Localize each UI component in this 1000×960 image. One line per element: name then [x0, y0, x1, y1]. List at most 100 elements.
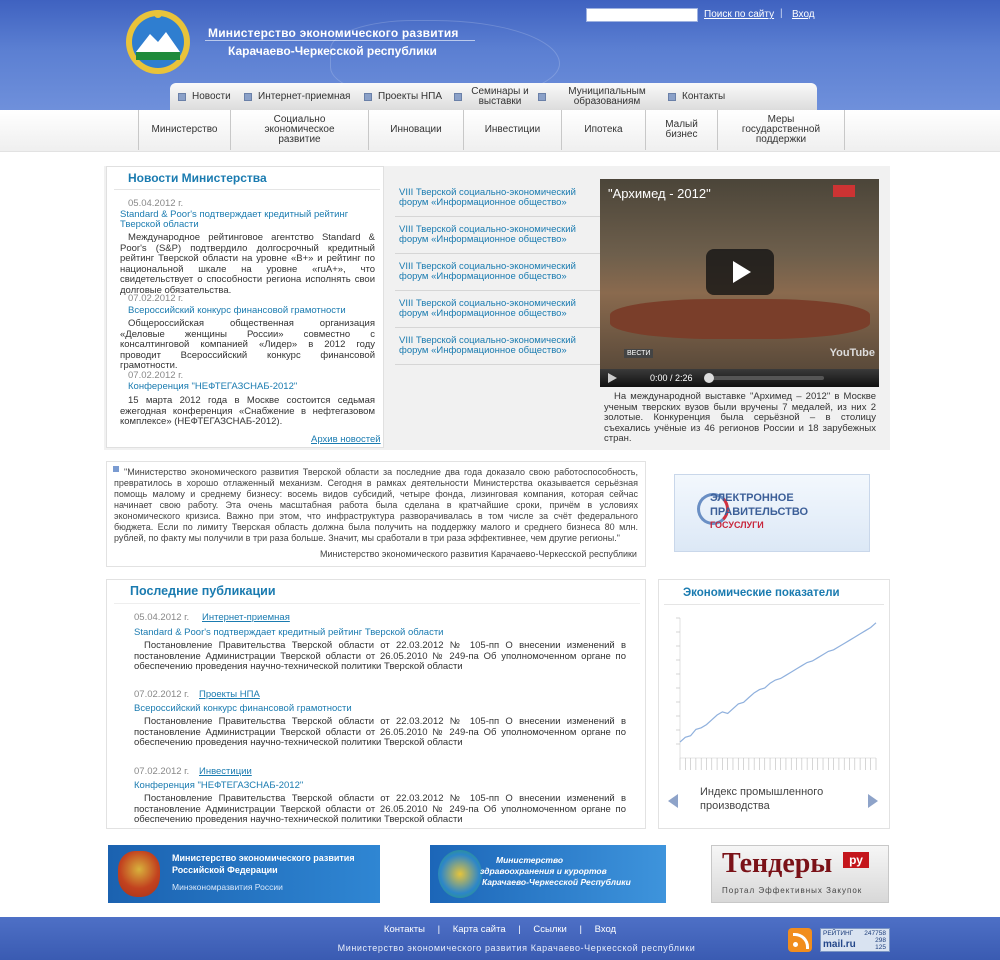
video-controls: 0:00 / 2:26 — [600, 369, 879, 387]
publication-headline[interactable]: Standard & Poor's подтверждает кредитный… — [134, 627, 444, 638]
topnav-item-municipal[interactable]: Муниципальным образованиям — [552, 86, 662, 107]
mail-ru-counter[interactable]: РЕЙТИНГ 247758 298 125 mail.ru — [820, 928, 890, 952]
publication-date: 07.02.2012 г. — [134, 766, 190, 777]
footer-link-contacts[interactable]: Контакты — [384, 924, 425, 935]
video-player[interactable]: ВЕСТИ YouTube 0:00 / 2:26 — [600, 179, 879, 387]
nav-bullet-icon — [364, 92, 372, 101]
footer-link-login[interactable]: Вход — [595, 924, 617, 935]
nav-bullet-icon — [668, 92, 676, 101]
footer-separator: | — [579, 924, 582, 935]
topnav-item-news[interactable]: Новости — [192, 91, 238, 102]
republic-emblem-icon[interactable] — [124, 6, 192, 76]
nav-bullet-icon — [538, 92, 546, 101]
play-button-icon[interactable] — [706, 249, 774, 295]
footer-link-sitemap[interactable]: Карта сайта — [453, 924, 506, 935]
site-subtitle: Карачаево-Черкесской республики — [228, 44, 437, 58]
tenders-subtitle: Портал Эффективных Закупок — [722, 886, 863, 895]
russian-eagle-icon — [118, 851, 160, 897]
login-link[interactable]: Вход — [792, 9, 815, 20]
publication-text: Постановление Правительства Тверской обл… — [134, 793, 626, 825]
news-date: 07.02.2012 г. — [128, 293, 184, 304]
ministry-rf-line1: Министерство экономического развития — [172, 853, 355, 863]
subnav-item-socio-economic[interactable]: Социально экономическое развитие — [230, 110, 368, 150]
publication-headline[interactable]: Всероссийский конкурс финансовой грамотн… — [134, 703, 352, 714]
health-ministry-line3: Карачаево-Черкесской Республики — [482, 877, 631, 887]
topnav-item-contacts[interactable]: Контакты — [682, 91, 740, 102]
topnav-item-npa[interactable]: Проекты НПА — [378, 91, 448, 102]
chart-series-line — [679, 622, 877, 743]
economy-indicator-label: Индекс промышленного производства — [700, 786, 824, 812]
forum-link[interactable]: VIII Тверской социально-экономический фо… — [395, 180, 600, 217]
gosuslugi-line2: ПРАВИТЕЛЬСТВО — [710, 506, 809, 518]
footer-separator: | — [518, 924, 521, 935]
counter-value: 247758 — [864, 930, 886, 937]
chart-next-arrow-icon[interactable] — [868, 794, 878, 808]
counter-value: 298 — [875, 937, 886, 944]
forum-link[interactable]: VIII Тверской социально-экономический фо… — [395, 328, 600, 365]
news-headline[interactable]: Standard & Poor's подтверждает кредитный… — [120, 210, 375, 230]
topnav-item-seminars[interactable]: Семинары и выставки — [468, 86, 532, 107]
economy-divider — [664, 604, 884, 605]
site-title: Министерство экономического развития — [208, 26, 459, 40]
channel-logo-icon — [833, 185, 855, 197]
footer-link-links[interactable]: Ссылки — [533, 924, 566, 935]
news-headline[interactable]: Конференция "НЕФТЕГАЗСНАБ-2012" — [128, 382, 378, 392]
publication-date: 05.04.2012 г. — [134, 612, 190, 623]
nav-bullet-icon — [244, 92, 252, 101]
forum-link[interactable]: VIII Тверской социально-экономический фо… — [395, 217, 600, 254]
publication-date: 07.02.2012 г. — [134, 689, 190, 700]
subnav-item-mortgage[interactable]: Ипотека — [561, 110, 645, 150]
publication-category-link[interactable]: Интернет-приемная — [202, 612, 290, 623]
news-headline[interactable]: Всероссийский конкурс финансовой грамотн… — [128, 306, 378, 316]
news-text: Международное рейтинговое агентство Stan… — [120, 232, 375, 296]
ministry-rf-line3: Минэкономразвития России — [172, 882, 283, 892]
rss-icon[interactable] — [788, 928, 812, 952]
publication-category-link[interactable]: Проекты НПА — [199, 689, 260, 700]
play-icon[interactable] — [608, 373, 617, 383]
video-frame-detail — [610, 299, 870, 339]
tenders-logo-word: Тендеры — [722, 848, 833, 879]
economy-title: Экономические показатели — [683, 587, 840, 599]
youtube-logo: YouTube — [829, 347, 875, 359]
subnav-item-ministry[interactable]: Министерство — [138, 110, 230, 150]
video-time: 0:00 / 2:26 — [650, 373, 693, 383]
publication-headline[interactable]: Конференция "НЕФТЕГАЗСНАБ-2012" — [134, 780, 303, 791]
chart-prev-arrow-icon[interactable] — [668, 794, 678, 808]
news-date: 07.02.2012 г. — [128, 370, 184, 381]
video-progress-handle[interactable] — [704, 373, 714, 383]
quote-author: Министерство экономического развития Кар… — [320, 549, 637, 559]
title-divider — [205, 40, 475, 41]
gosuslugi-line1: ЭЛЕКТРОННОЕ — [710, 492, 794, 504]
republic-emblem-icon — [438, 850, 482, 898]
news-text: Общероссийская общественная организация … — [120, 318, 375, 372]
subnav-item-state-support[interactable]: Меры государственной поддержки — [717, 110, 845, 150]
news-date: 05.04.2012 г. — [128, 198, 184, 209]
video-progress-track[interactable] — [706, 376, 824, 380]
section-navigation: Министерство Социально экономическое раз… — [138, 110, 845, 152]
nav-bullet-icon — [178, 92, 186, 101]
nav-bullet-icon — [454, 92, 462, 101]
search-input[interactable] — [586, 8, 698, 22]
quote-text: "Министерство экономического развития Тв… — [114, 467, 638, 543]
counter-value: 125 — [875, 944, 886, 951]
subnav-item-investments[interactable]: Инвестиции — [463, 110, 561, 150]
forum-link[interactable]: VIII Тверской социально-экономический фо… — [395, 291, 600, 328]
top-navigation: Новости Интернет-приемная Проекты НПА Се… — [170, 83, 817, 110]
counter-rating-label: РЕЙТИНГ — [823, 930, 854, 937]
gosuslugi-line3: ГОСУСЛУГИ — [710, 520, 764, 530]
news-archive-link[interactable]: Архив новостей — [311, 434, 381, 445]
publication-text: Постановление Правительства Тверской обл… — [134, 640, 626, 672]
video-title: "Архимед - 2012" — [608, 186, 711, 201]
news-title: Новости Министерства — [128, 171, 267, 185]
subnav-item-innovations[interactable]: Инновации — [368, 110, 463, 150]
news-text: 15 марта 2012 года в Москве состоится се… — [120, 395, 375, 428]
topnav-item-reception[interactable]: Интернет-приемная — [258, 91, 358, 102]
forum-link[interactable]: VIII Тверской социально-экономический фо… — [395, 254, 600, 291]
publication-category-link[interactable]: Инвестиции — [199, 766, 252, 777]
publications-divider — [114, 603, 640, 604]
publications-title: Последние публикации — [130, 584, 276, 598]
tenders-logo-ru: ру — [843, 852, 869, 868]
subnav-item-small-business[interactable]: Малый бизнес — [645, 110, 717, 150]
ministry-rf-line2: Российской Федерации — [172, 865, 278, 875]
search-link[interactable]: Поиск по сайту — [704, 9, 774, 20]
